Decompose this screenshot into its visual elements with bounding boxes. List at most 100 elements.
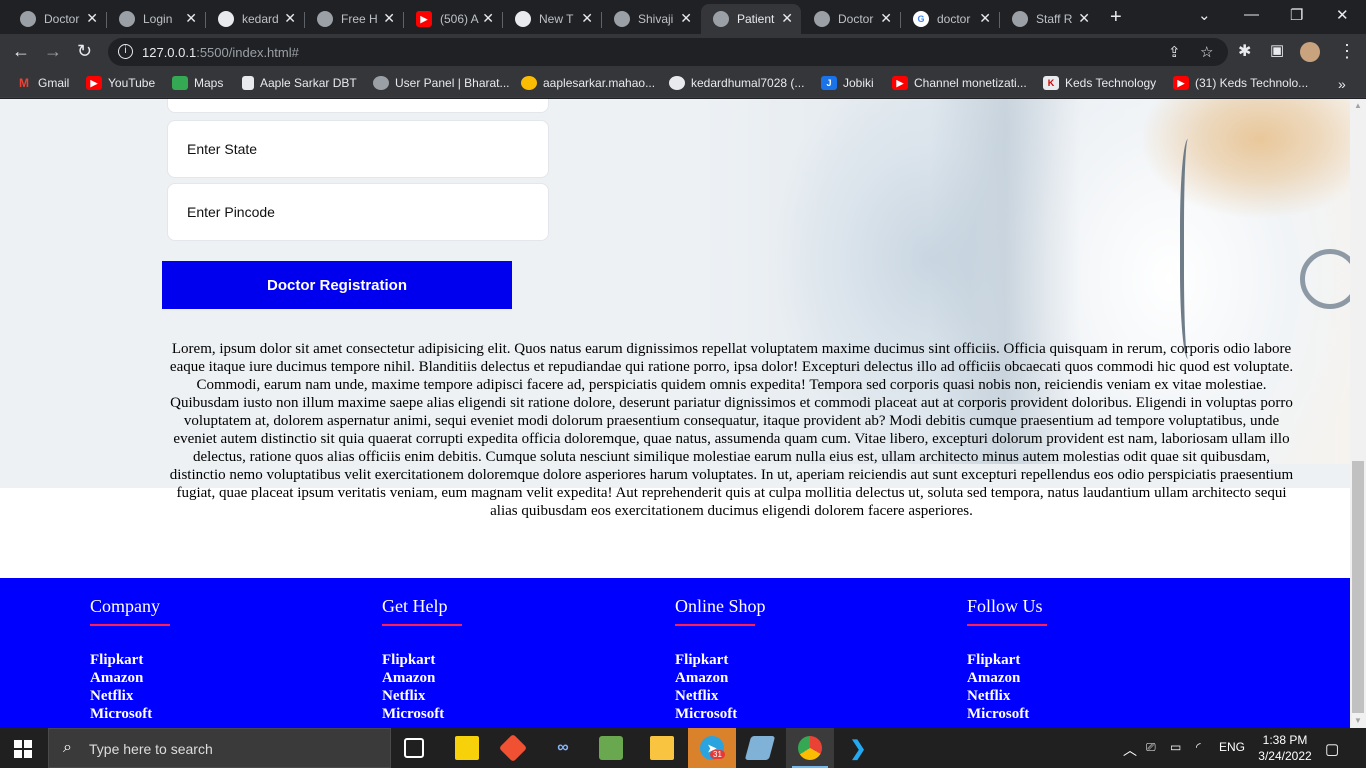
sticky-notes-icon[interactable]: [455, 736, 479, 760]
bookmark-maps[interactable]: Maps: [172, 76, 223, 90]
tab-search-icon[interactable]: ⌄: [1198, 6, 1211, 24]
address-bar[interactable]: i 127.0.0.1:5500/index.html# ⇪ ☆: [108, 38, 1228, 66]
wifi-icon[interactable]: ◜: [1196, 740, 1201, 754]
close-tab-icon[interactable]: ✕: [284, 10, 296, 27]
footer-link[interactable]: Netflix: [675, 687, 737, 705]
footer-link[interactable]: Flipkart: [382, 651, 444, 669]
footer-link[interactable]: Amazon: [382, 669, 444, 687]
footer-link[interactable]: Flipkart: [967, 651, 1029, 669]
pincode-field[interactable]: [167, 183, 549, 241]
notifications-icon[interactable]: ▢: [1325, 740, 1339, 758]
close-tab-icon[interactable]: ✕: [482, 10, 494, 27]
page-scrollbar[interactable]: ▲ ▼: [1350, 99, 1366, 728]
task-view-icon[interactable]: [404, 738, 424, 758]
windows-taskbar: ⌕ Type here to search ∞ ➤ 31 ❯ ︿ ⎚ ▭ ◜ E…: [0, 728, 1366, 768]
state-field[interactable]: [167, 120, 549, 178]
close-tab-icon[interactable]: ✕: [680, 10, 692, 27]
browser-tab[interactable]: G doctor ✕: [901, 4, 1000, 34]
menu-icon[interactable]: ⋮: [1338, 41, 1356, 62]
bookmark-keds-technology[interactable]: K Keds Technology: [1043, 76, 1156, 90]
share-icon[interactable]: ⇪: [1168, 43, 1181, 61]
previous-field[interactable]: [167, 99, 549, 113]
close-window-button[interactable]: ✕: [1336, 6, 1349, 24]
doctor-registration-button[interactable]: Doctor Registration: [162, 261, 512, 309]
close-tab-icon[interactable]: ✕: [979, 10, 991, 27]
site-info-icon[interactable]: i: [118, 44, 133, 59]
more-bookmarks-icon[interactable]: »: [1338, 76, 1346, 92]
browser-tab[interactable]: Doctor ✕: [8, 4, 107, 34]
bookmark-star-icon[interactable]: ☆: [1200, 43, 1213, 61]
browser-tab[interactable]: Free H ✕: [305, 4, 404, 34]
vscode-icon[interactable]: ❯: [846, 736, 870, 760]
restore-button[interactable]: ❐: [1290, 6, 1303, 24]
close-tab-icon[interactable]: ✕: [880, 10, 892, 27]
bookmark-aaple-sarkar[interactable]: Aaple Sarkar DBT: [242, 76, 357, 90]
language-indicator[interactable]: ENG: [1219, 740, 1245, 754]
close-tab-icon[interactable]: ✕: [581, 10, 593, 27]
meet-icon[interactable]: ⎚: [1146, 740, 1156, 755]
browser-tab[interactable]: Staff R ✕: [1000, 4, 1098, 34]
browser-tab-active[interactable]: Patient ✕: [701, 4, 801, 34]
reload-button[interactable]: ↻: [77, 41, 92, 62]
close-tab-icon[interactable]: ✕: [1078, 10, 1090, 27]
close-tab-icon[interactable]: ✕: [781, 10, 793, 27]
bookmark-gmail[interactable]: M Gmail: [16, 76, 69, 90]
profile-avatar[interactable]: [1300, 42, 1320, 62]
windows-start-icon[interactable]: [14, 740, 32, 758]
chrome-icon[interactable]: [798, 736, 822, 760]
browser-tab[interactable]: kedard ✕: [206, 4, 305, 34]
state-input[interactable]: [168, 121, 548, 177]
chrome-taskbar-slot[interactable]: [786, 728, 834, 768]
close-tab-icon[interactable]: ✕: [185, 10, 197, 27]
taskbar-search[interactable]: ⌕ Type here to search: [48, 728, 391, 768]
footer-link[interactable]: Microsoft: [90, 705, 152, 723]
chrome-icon: [515, 11, 531, 27]
minimize-button[interactable]: —: [1244, 6, 1259, 23]
previous-input[interactable]: [168, 99, 548, 112]
app-icon[interactable]: [744, 736, 776, 760]
forward-button[interactable]: →: [44, 41, 62, 62]
footer-link[interactable]: Netflix: [382, 687, 444, 705]
notepad-icon[interactable]: [599, 736, 623, 760]
pincode-input[interactable]: [168, 184, 548, 240]
footer-link[interactable]: Flipkart: [90, 651, 152, 669]
browser-tab[interactable]: Doctor ✕: [802, 4, 901, 34]
bookmark-keds-youtube[interactable]: ▶ (31) Keds Technolo...: [1173, 76, 1308, 90]
footer-link[interactable]: Netflix: [90, 687, 152, 705]
footer-link[interactable]: Microsoft: [382, 705, 444, 723]
bookmark-jobiki[interactable]: J Jobiki: [821, 76, 874, 90]
infinity-icon[interactable]: ∞: [551, 736, 575, 760]
globe-icon: [119, 11, 135, 27]
footer-link[interactable]: Microsoft: [967, 705, 1029, 723]
new-tab-button[interactable]: +: [1110, 6, 1122, 29]
show-hidden-icons[interactable]: ︿: [1123, 740, 1137, 760]
browser-tab[interactable]: New T ✕: [503, 4, 602, 34]
footer-link[interactable]: Amazon: [967, 669, 1029, 687]
battery-icon[interactable]: ▭: [1170, 740, 1181, 754]
back-button[interactable]: ←: [12, 41, 30, 62]
browser-tab[interactable]: ▶ (506) A ✕: [404, 4, 503, 34]
browser-tab[interactable]: Login ✕: [107, 4, 206, 34]
close-tab-icon[interactable]: ✕: [86, 10, 98, 27]
side-panel-icon[interactable]: ▣: [1270, 41, 1284, 59]
footer-link[interactable]: Microsoft: [675, 705, 737, 723]
scroll-down-icon[interactable]: ▼: [1354, 716, 1362, 725]
git-icon[interactable]: [498, 733, 528, 763]
extensions-icon[interactable]: ✱: [1238, 41, 1251, 61]
footer-link[interactable]: Netflix: [967, 687, 1029, 705]
browser-tab[interactable]: Shivaji ✕: [602, 4, 700, 34]
scroll-up-icon[interactable]: ▲: [1354, 101, 1362, 110]
bookmark-aaplesarkar[interactable]: aaplesarkar.mahao...: [521, 76, 655, 90]
bookmark-youtube[interactable]: ▶ YouTube: [86, 76, 155, 90]
close-tab-icon[interactable]: ✕: [383, 10, 395, 27]
bookmark-channel-monetization[interactable]: ▶ Channel monetizati...: [892, 76, 1027, 90]
footer-link[interactable]: Flipkart: [675, 651, 737, 669]
footer-link[interactable]: Amazon: [90, 669, 152, 687]
footer-link[interactable]: Amazon: [675, 669, 737, 687]
file-explorer-icon[interactable]: [650, 736, 674, 760]
scrollbar-thumb[interactable]: [1352, 461, 1364, 713]
telegram-taskbar-slot[interactable]: ➤ 31: [688, 728, 736, 768]
bookmark-user-panel[interactable]: User Panel | Bharat...: [373, 76, 510, 90]
taskbar-clock[interactable]: 1:38 PM 3/24/2022: [1255, 732, 1315, 764]
bookmark-github[interactable]: kedardhumal7028 (...: [669, 76, 804, 90]
